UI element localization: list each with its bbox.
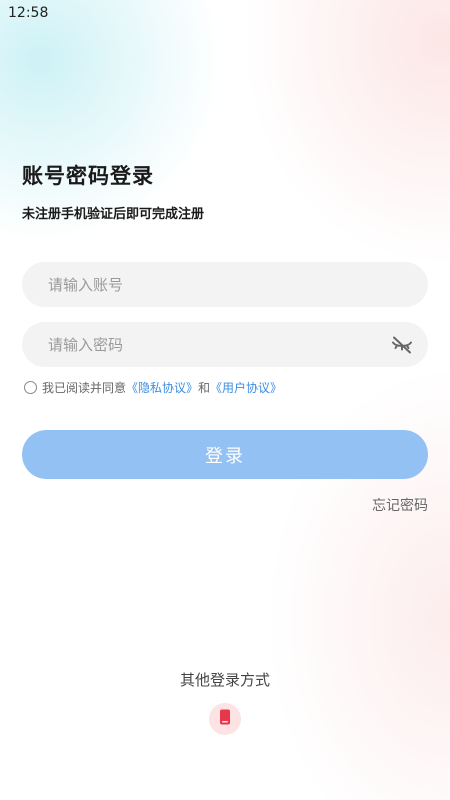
forgot-password-link[interactable]: 忘记密码	[372, 495, 428, 515]
login-page: 账号密码登录 未注册手机验证后即可完成注册 我已阅读并同意 《隐私协议》 和 《…	[0, 0, 450, 800]
agreement-checkbox[interactable]	[24, 381, 37, 394]
account-input[interactable]	[22, 262, 428, 307]
user-agreement-link[interactable]: 《用户协议》	[210, 379, 282, 396]
password-input[interactable]	[22, 322, 428, 367]
eye-off-icon[interactable]	[390, 333, 414, 357]
status-bar: 12:58	[0, 0, 450, 26]
page-subtitle: 未注册手机验证后即可完成注册	[22, 207, 205, 222]
phone-login-button[interactable]	[209, 703, 241, 735]
agreement-prefix: 我已阅读并同意	[42, 381, 127, 395]
agreement-row: 我已阅读并同意 《隐私协议》 和 《用户协议》	[24, 379, 282, 396]
phone-icon	[218, 709, 232, 729]
agreement-conjunction: 和	[198, 381, 211, 395]
other-login-methods-label: 其他登录方式	[179, 671, 270, 689]
page-title: 账号密码登录	[22, 164, 154, 188]
login-button[interactable]: 登录	[22, 430, 428, 479]
privacy-policy-link[interactable]: 《隐私协议》	[126, 379, 198, 396]
status-time: 12:58	[8, 5, 49, 21]
